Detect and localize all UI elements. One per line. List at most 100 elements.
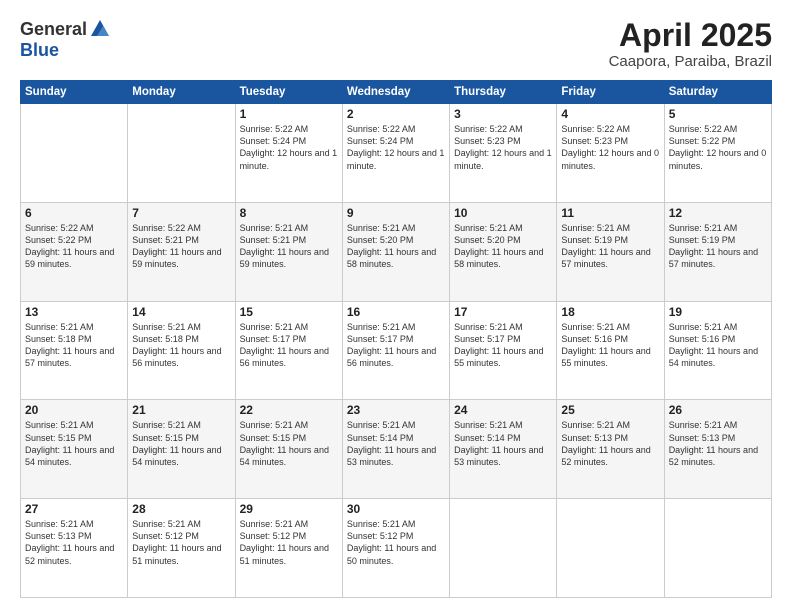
table-row: 23 Sunrise: 5:21 AM Sunset: 5:14 PM Dayli… — [342, 400, 449, 499]
day-info: Sunrise: 5:21 AM Sunset: 5:13 PM Dayligh… — [669, 419, 767, 468]
table-row: 10 Sunrise: 5:21 AM Sunset: 5:20 PM Dayli… — [450, 202, 557, 301]
table-row: 20 Sunrise: 5:21 AM Sunset: 5:15 PM Dayli… — [21, 400, 128, 499]
day-number: 9 — [347, 206, 445, 220]
col-thursday: Thursday — [450, 81, 557, 104]
day-number: 18 — [561, 305, 659, 319]
calendar-week-row: 13 Sunrise: 5:21 AM Sunset: 5:18 PM Dayli… — [21, 301, 772, 400]
day-number: 23 — [347, 403, 445, 417]
day-number: 10 — [454, 206, 552, 220]
location: Caapora, Paraiba, Brazil — [609, 53, 772, 70]
day-number: 22 — [240, 403, 338, 417]
table-row: 28Sunrise: 5:21 AM Sunset: 5:12 PM Dayli… — [128, 499, 235, 598]
day-info: Sunrise: 5:21 AM Sunset: 5:12 PM Dayligh… — [132, 518, 230, 567]
day-number: 13 — [25, 305, 123, 319]
day-info: Sunrise: 5:21 AM Sunset: 5:17 PM Dayligh… — [347, 321, 445, 370]
day-info: Sunrise: 5:21 AM Sunset: 5:13 PM Dayligh… — [25, 518, 123, 567]
day-info: Sunrise: 5:21 AM Sunset: 5:17 PM Dayligh… — [240, 321, 338, 370]
table-row — [664, 499, 771, 598]
calendar-header-row: Sunday Monday Tuesday Wednesday Thursday… — [21, 81, 772, 104]
table-row — [557, 499, 664, 598]
table-row: 13 Sunrise: 5:21 AM Sunset: 5:18 PM Dayli… — [21, 301, 128, 400]
logo-blue-text: Blue — [20, 40, 59, 61]
day-info: Sunrise: 5:21 AM Sunset: 5:18 PM Dayligh… — [25, 321, 123, 370]
col-friday: Friday — [557, 81, 664, 104]
table-row: 3Sunrise: 5:22 AM Sunset: 5:23 PM Daylig… — [450, 104, 557, 203]
table-row: 5Sunrise: 5:22 AM Sunset: 5:22 PM Daylig… — [664, 104, 771, 203]
table-row: 6 Sunrise: 5:22 AM Sunset: 5:22 PM Daylig… — [21, 202, 128, 301]
col-wednesday: Wednesday — [342, 81, 449, 104]
day-number: 30 — [347, 502, 445, 516]
day-info: Sunrise: 5:22 AM Sunset: 5:23 PM Dayligh… — [454, 123, 552, 172]
col-tuesday: Tuesday — [235, 81, 342, 104]
day-number: 27 — [25, 502, 123, 516]
table-row: 4Sunrise: 5:22 AM Sunset: 5:23 PM Daylig… — [557, 104, 664, 203]
day-info: Sunrise: 5:21 AM Sunset: 5:12 PM Dayligh… — [347, 518, 445, 567]
day-number: 17 — [454, 305, 552, 319]
day-number: 20 — [25, 403, 123, 417]
table-row: 21 Sunrise: 5:21 AM Sunset: 5:15 PM Dayli… — [128, 400, 235, 499]
month-title: April 2025 — [609, 18, 772, 53]
day-info: Sunrise: 5:22 AM Sunset: 5:23 PM Dayligh… — [561, 123, 659, 172]
table-row: 14 Sunrise: 5:21 AM Sunset: 5:18 PM Dayli… — [128, 301, 235, 400]
table-row: 16 Sunrise: 5:21 AM Sunset: 5:17 PM Dayli… — [342, 301, 449, 400]
table-row: 29 Sunrise: 5:21 AM Sunset: 5:12 PM Dayli… — [235, 499, 342, 598]
day-number: 8 — [240, 206, 338, 220]
table-row: 27 Sunrise: 5:21 AM Sunset: 5:13 PM Dayli… — [21, 499, 128, 598]
day-number: 19 — [669, 305, 767, 319]
day-info: Sunrise: 5:21 AM Sunset: 5:19 PM Dayligh… — [561, 222, 659, 271]
day-info: Sunrise: 5:21 AM Sunset: 5:15 PM Dayligh… — [240, 419, 338, 468]
table-row: 15 Sunrise: 5:21 AM Sunset: 5:17 PM Dayli… — [235, 301, 342, 400]
day-info: Sunrise: 5:21 AM Sunset: 5:14 PM Dayligh… — [347, 419, 445, 468]
table-row: 25Sunrise: 5:21 AM Sunset: 5:13 PM Dayli… — [557, 400, 664, 499]
table-row: 8 Sunrise: 5:21 AM Sunset: 5:21 PM Daylig… — [235, 202, 342, 301]
calendar-table: Sunday Monday Tuesday Wednesday Thursday… — [20, 80, 772, 598]
day-info: Sunrise: 5:21 AM Sunset: 5:12 PM Dayligh… — [240, 518, 338, 567]
table-row: 2 Sunrise: 5:22 AM Sunset: 5:24 PM Daylig… — [342, 104, 449, 203]
day-number: 24 — [454, 403, 552, 417]
day-number: 26 — [669, 403, 767, 417]
logo-general-text: General — [20, 19, 87, 40]
table-row: 30 Sunrise: 5:21 AM Sunset: 5:12 PM Dayli… — [342, 499, 449, 598]
day-info: Sunrise: 5:21 AM Sunset: 5:15 PM Dayligh… — [25, 419, 123, 468]
day-info: Sunrise: 5:22 AM Sunset: 5:22 PM Dayligh… — [669, 123, 767, 172]
day-info: Sunrise: 5:22 AM Sunset: 5:24 PM Dayligh… — [347, 123, 445, 172]
day-info: Sunrise: 5:22 AM Sunset: 5:24 PM Dayligh… — [240, 123, 338, 172]
table-row: 9Sunrise: 5:21 AM Sunset: 5:20 PM Daylig… — [342, 202, 449, 301]
day-number: 6 — [25, 206, 123, 220]
day-info: Sunrise: 5:21 AM Sunset: 5:20 PM Dayligh… — [454, 222, 552, 271]
table-row — [21, 104, 128, 203]
day-number: 14 — [132, 305, 230, 319]
table-row — [128, 104, 235, 203]
calendar-week-row: 6 Sunrise: 5:22 AM Sunset: 5:22 PM Daylig… — [21, 202, 772, 301]
day-number: 2 — [347, 107, 445, 121]
day-number: 11 — [561, 206, 659, 220]
day-info: Sunrise: 5:21 AM Sunset: 5:21 PM Dayligh… — [240, 222, 338, 271]
day-info: Sunrise: 5:21 AM Sunset: 5:19 PM Dayligh… — [669, 222, 767, 271]
table-row: 1Sunrise: 5:22 AM Sunset: 5:24 PM Daylig… — [235, 104, 342, 203]
table-row: 24Sunrise: 5:21 AM Sunset: 5:14 PM Dayli… — [450, 400, 557, 499]
calendar-week-row: 1Sunrise: 5:22 AM Sunset: 5:24 PM Daylig… — [21, 104, 772, 203]
day-info: Sunrise: 5:21 AM Sunset: 5:16 PM Dayligh… — [561, 321, 659, 370]
table-row: 22 Sunrise: 5:21 AM Sunset: 5:15 PM Dayli… — [235, 400, 342, 499]
calendar-week-row: 20 Sunrise: 5:21 AM Sunset: 5:15 PM Dayli… — [21, 400, 772, 499]
table-row: 17Sunrise: 5:21 AM Sunset: 5:17 PM Dayli… — [450, 301, 557, 400]
table-row — [450, 499, 557, 598]
col-sunday: Sunday — [21, 81, 128, 104]
day-number: 12 — [669, 206, 767, 220]
day-number: 7 — [132, 206, 230, 220]
day-info: Sunrise: 5:21 AM Sunset: 5:13 PM Dayligh… — [561, 419, 659, 468]
logo: General Blue — [20, 18, 111, 61]
day-number: 21 — [132, 403, 230, 417]
day-number: 15 — [240, 305, 338, 319]
day-info: Sunrise: 5:21 AM Sunset: 5:15 PM Dayligh… — [132, 419, 230, 468]
table-row: 26 Sunrise: 5:21 AM Sunset: 5:13 PM Dayli… — [664, 400, 771, 499]
logo-icon — [89, 18, 111, 40]
title-block: April 2025 Caapora, Paraiba, Brazil — [609, 18, 772, 70]
col-saturday: Saturday — [664, 81, 771, 104]
day-number: 29 — [240, 502, 338, 516]
day-info: Sunrise: 5:21 AM Sunset: 5:18 PM Dayligh… — [132, 321, 230, 370]
day-number: 16 — [347, 305, 445, 319]
day-info: Sunrise: 5:22 AM Sunset: 5:22 PM Dayligh… — [25, 222, 123, 271]
table-row: 12 Sunrise: 5:21 AM Sunset: 5:19 PM Dayli… — [664, 202, 771, 301]
table-row: 11 Sunrise: 5:21 AM Sunset: 5:19 PM Dayli… — [557, 202, 664, 301]
